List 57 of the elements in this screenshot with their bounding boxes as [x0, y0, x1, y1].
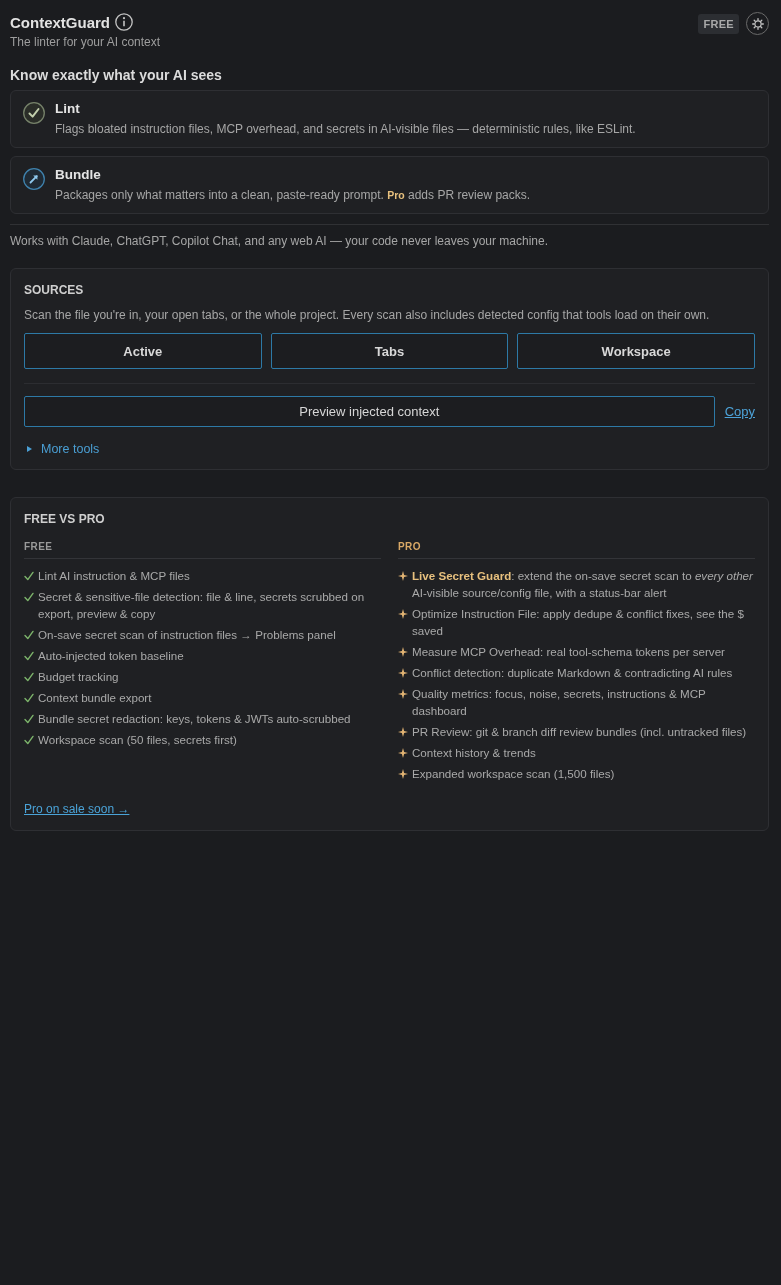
info-icon[interactable]: [115, 13, 133, 31]
feature-description: Flags bloated instruction files, MCP overhead, and secrets in AI-visible files — deterministic rules, like ESLint.: [55, 122, 636, 136]
plan-feature-text: Live Secret Guard: extend the on-save secret scan to every other AI-visible source/config file, with a status-bar alert: [412, 568, 754, 601]
settings-icon: [751, 17, 764, 30]
plan-feature-text: Context history & trends: [412, 745, 536, 761]
plan-feature-text: On-save secret scan of instruction files → Problems panel: [38, 627, 336, 643]
check-icon: [24, 693, 34, 703]
sparkle-icon: [398, 647, 408, 657]
scope-button[interactable]: Workspace: [517, 333, 755, 369]
plan-heading: PRO: [398, 541, 755, 559]
check-icon: [24, 672, 34, 682]
sparkle-icon: [398, 609, 408, 619]
feature-description: Packages only what matters into a clean, paste-ready prompt. Pro adds PR review packs.: [55, 188, 531, 202]
sparkle-icon: [398, 769, 408, 779]
plan-feature-text: Lint AI instruction & MCP files: [38, 568, 190, 584]
panel-title: FREE VS PRO: [24, 512, 106, 526]
plan-feature-text: Workspace scan (50 files, secrets first): [38, 732, 237, 748]
pro-sale-link[interactable]: Pro on sale soon →: [24, 802, 130, 816]
plan-feature-text: Expanded workspace scan (1,500 files): [412, 766, 615, 782]
plan-heading: FREE: [24, 541, 381, 559]
check-icon: [24, 592, 34, 602]
plan-feature-text: Bundle secret redaction: keys, tokens & JWTs auto-scrubbed: [38, 711, 351, 727]
scope-button[interactable]: Tabs: [270, 333, 509, 369]
more-tools-toggle[interactable]: More tools: [27, 442, 100, 456]
plan-feature-text: Context bundle export: [38, 690, 152, 706]
plan-feature-text: Budget tracking: [38, 669, 119, 685]
arrow-circle-icon: [23, 168, 45, 190]
plan-feature-text: Measure MCP Overhead: real tool-schema tokens per server: [412, 644, 725, 660]
plan-feature-text: Secret & sensitive-file detection: file & line, secrets scrubbed on export, preview & copy: [38, 589, 366, 622]
check-icon: [24, 714, 34, 724]
plan-badge: FREE: [698, 13, 739, 34]
feature-title: Lint: [55, 101, 81, 116]
scope-button[interactable]: Active: [24, 333, 262, 369]
privacy-note: Works with Claude, ChatGPT, Copilot Chat, and any web AI — your code never leaves your machine.: [10, 234, 550, 248]
app-title: ContextGuard: [10, 13, 110, 31]
check-icon: [24, 630, 34, 640]
plan-feature-text: PR Review: git & branch diff review bundles (incl. untracked files): [412, 724, 747, 740]
preview-button[interactable]: Preview injected context: [24, 396, 715, 427]
plan-feature-text: Quality metrics: focus, noise, secrets, instructions & MCP dashboard: [412, 686, 707, 719]
check-icon: [24, 735, 34, 745]
sparkle-icon: [398, 668, 408, 678]
copy-link[interactable]: Copy: [724, 404, 755, 419]
sparkle-icon: [398, 748, 408, 758]
feature-title: Bundle: [55, 167, 102, 182]
plan-feature-text: Auto-injected token baseline: [38, 648, 184, 664]
check-circle-icon: [23, 102, 45, 124]
plan-feature-text: Conflict detection: duplicate Markdown & contradicting AI rules: [412, 665, 733, 681]
check-icon: [24, 571, 34, 581]
check-icon: [24, 651, 34, 661]
plan-feature-text: Optimize Instruction File: apply dedupe & conflict fixes, see the $ saved: [412, 606, 745, 639]
sparkle-icon: [398, 727, 408, 737]
section-heading: Know exactly what your AI sees: [10, 67, 223, 83]
panel-description: Scan the file you're in, your open tabs, or the whole project. Every scan also includes detected config that tools load on their own.: [24, 308, 711, 322]
sparkle-icon: [398, 689, 408, 699]
panel-title: SOURCES: [24, 283, 85, 297]
app-subtitle: The linter for your AI context: [10, 35, 161, 49]
sparkle-icon: [398, 571, 408, 581]
